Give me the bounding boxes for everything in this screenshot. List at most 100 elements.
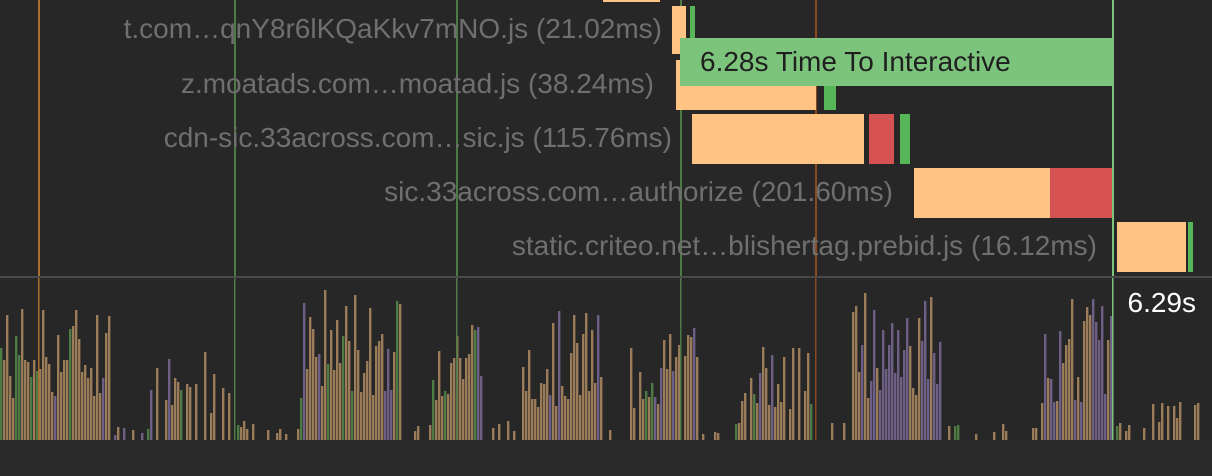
activity-bar: [894, 373, 897, 440]
activity-bar: [303, 303, 306, 440]
activity-bar: [399, 304, 402, 440]
activity-bar: [567, 399, 570, 440]
activity-bar: [1053, 402, 1056, 440]
activity-bar: [939, 342, 942, 440]
activity-bar: [0, 348, 3, 440]
activity-bar: [807, 353, 810, 440]
activity-bar: [369, 308, 372, 440]
request-bar-download[interactable]: [914, 168, 1050, 218]
activity-bar: [438, 351, 441, 440]
activity-bar: [669, 334, 672, 440]
activity-bar: [387, 349, 390, 440]
activity-bar: [927, 379, 930, 440]
activity-bar: [363, 373, 366, 440]
activity-bar: [312, 329, 315, 440]
activity-bar: [75, 310, 78, 440]
activity-bar: [528, 350, 531, 440]
activity-bar: [1128, 425, 1131, 440]
activity-bar: [165, 400, 168, 440]
activity-bar: [51, 392, 54, 440]
activity-bar: [477, 327, 480, 440]
request-bar-execution[interactable]: [1050, 168, 1112, 218]
activity-bar: [1074, 400, 1077, 440]
activity-bar: [582, 334, 585, 440]
activity-bar: [873, 310, 876, 440]
request-bar-download[interactable]: [603, 0, 660, 2]
activity-bar: [222, 388, 225, 440]
activity-bar: [648, 397, 651, 440]
activity-bar: [45, 357, 48, 440]
activity-bar: [1068, 339, 1071, 440]
request-label[interactable]: t.com…qnY8r6lKQaKkv7mNO.js (21.02ms): [124, 12, 662, 46]
activity-bar: [513, 431, 516, 440]
activity-bar: [480, 376, 483, 440]
activity-bar: [921, 341, 924, 440]
activity-bar: [1059, 331, 1062, 440]
activity-bar: [1116, 426, 1119, 440]
activity-bar: [195, 384, 198, 440]
activity-bar: [384, 391, 387, 440]
activity-bar: [1065, 345, 1068, 440]
activity-bar: [1143, 428, 1146, 440]
timing-marker-line: [234, 278, 236, 440]
request-label[interactable]: static.criteo.net…blishertag.prebid.js (…: [512, 229, 1097, 263]
activity-bar: [771, 355, 774, 440]
activity-bar: [1161, 403, 1164, 440]
activity-bar: [297, 429, 300, 440]
activity-bar: [465, 358, 468, 440]
request-label[interactable]: z.moatads.com…moatad.js (38.24ms): [181, 67, 654, 101]
activity-bar: [633, 408, 636, 440]
timing-marker-line: [680, 278, 682, 440]
activity-bar: [1179, 402, 1182, 440]
time-to-interactive-flag[interactable]: 6.28s Time To Interactive: [680, 38, 1112, 86]
activity-bar: [876, 368, 879, 440]
activity-bar: [1107, 340, 1110, 440]
end-time-label: 6.29s: [1121, 286, 1196, 320]
activity-bar: [357, 350, 360, 440]
activity-bar: [570, 353, 573, 440]
request-bar-execution[interactable]: [869, 114, 894, 164]
activity-bar: [48, 364, 51, 440]
timing-marker-line: [815, 278, 817, 440]
cpu-activity-graph[interactable]: [0, 278, 1212, 440]
activity-bar: [66, 360, 69, 440]
activity-bar: [900, 377, 903, 440]
request-label[interactable]: cdn-sic.33across.com…sic.js (115.76ms): [164, 121, 672, 155]
activity-bar: [1152, 404, 1155, 440]
request-waterfall: t.com…qnY8r6lKQaKkv7mNO.js (21.02ms) z.m…: [0, 0, 1212, 276]
activity-bar: [936, 384, 939, 440]
activity-bar: [366, 361, 369, 440]
activity-bar: [306, 369, 309, 440]
activity-bar: [42, 310, 45, 440]
activity-bar: [1089, 315, 1092, 440]
activity-bar: [891, 323, 894, 440]
activity-bar: [3, 360, 6, 440]
activity-bar: [852, 312, 855, 440]
activity-bar: [717, 433, 720, 440]
activity-bar: [534, 399, 537, 440]
activity-bar: [156, 368, 159, 440]
activity-bar: [117, 427, 120, 440]
request-bar-download[interactable]: [692, 114, 864, 164]
activity-bar: [591, 330, 594, 440]
activity-bar: [918, 318, 921, 440]
activity-bar: [1050, 379, 1053, 440]
activity-bar: [912, 388, 915, 440]
activity-bar: [1095, 322, 1098, 440]
activity-bar: [177, 382, 180, 440]
request-label[interactable]: sic.33across.com…authorize (201.60ms): [384, 175, 893, 209]
activity-bar: [180, 390, 183, 440]
activity-bar: [954, 426, 957, 440]
activity-bar: [1158, 422, 1161, 440]
activity-bar: [906, 318, 909, 440]
activity-bar: [240, 427, 243, 440]
activity-bar: [93, 396, 96, 440]
activity-bar: [435, 400, 438, 440]
request-bar-download[interactable]: [1117, 222, 1186, 272]
activity-bar: [1047, 378, 1050, 440]
tti-marker-line: [1112, 0, 1114, 276]
activity-bar: [789, 409, 792, 440]
activity-bar: [63, 360, 66, 440]
activity-bar: [321, 386, 324, 440]
activity-bar: [342, 336, 345, 440]
